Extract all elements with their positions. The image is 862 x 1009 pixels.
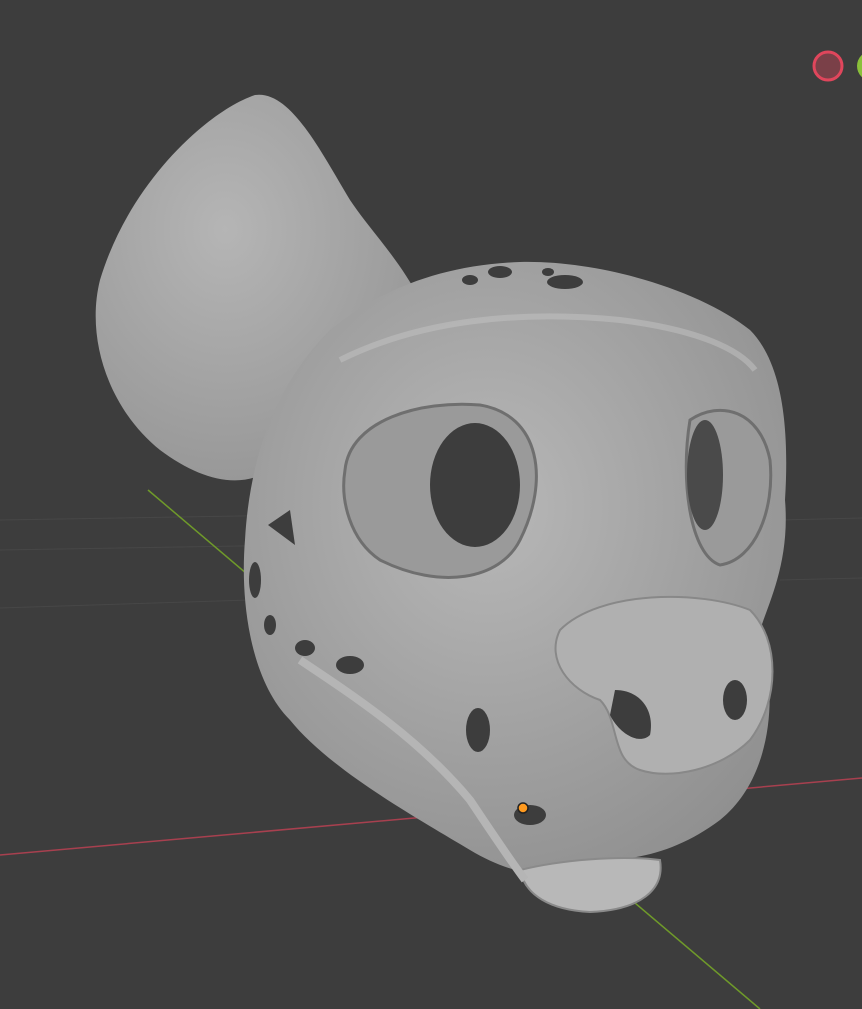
right-eye-hole xyxy=(687,420,723,530)
object-origin xyxy=(517,802,529,814)
nostril-right xyxy=(723,680,747,720)
teeth xyxy=(518,857,662,914)
gizmo-neg-x-icon xyxy=(812,50,844,82)
navigation-gizmo[interactable] xyxy=(812,50,862,82)
head xyxy=(243,261,787,874)
viewport-canvas[interactable] xyxy=(0,0,862,1009)
gizmo-y-icon xyxy=(857,54,862,78)
mask-model[interactable] xyxy=(95,94,787,914)
left-eye-hole xyxy=(430,423,520,547)
3d-viewport[interactable] xyxy=(0,0,862,1009)
